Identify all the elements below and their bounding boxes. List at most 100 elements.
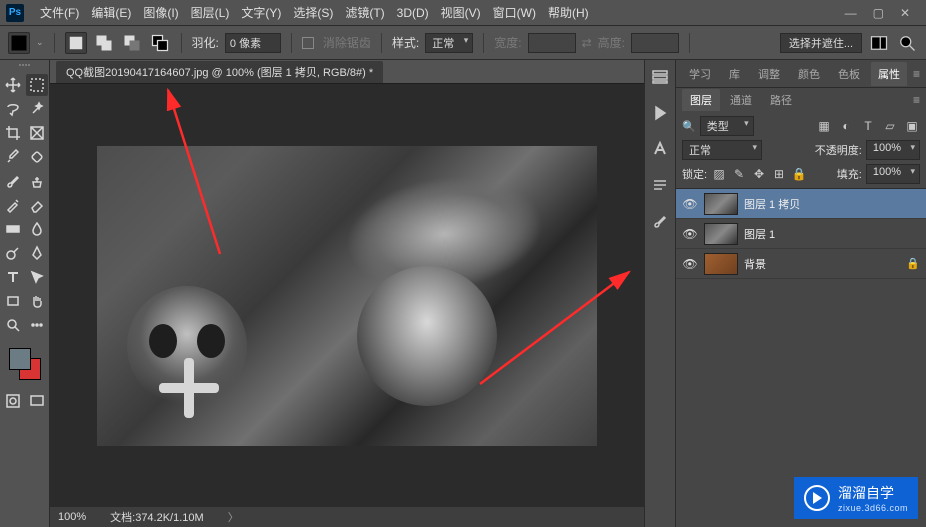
- menu-layer[interactable]: 图层(L): [185, 0, 236, 26]
- workspace-icon[interactable]: [868, 32, 890, 54]
- visibility-icon[interactable]: 👁: [682, 227, 698, 241]
- healing-tool-icon[interactable]: [26, 146, 48, 168]
- opacity-select[interactable]: 100%: [866, 140, 920, 160]
- menu-window[interactable]: 窗口(W): [487, 0, 542, 26]
- tab-properties[interactable]: 属性: [871, 62, 907, 86]
- document-tab[interactable]: QQ截图20190417164607.jpg @ 100% (图层 1 拷贝, …: [56, 61, 383, 83]
- add-selection-icon[interactable]: [93, 32, 115, 54]
- layer-name[interactable]: 图层 1: [744, 226, 920, 242]
- minimize-icon[interactable]: —: [845, 6, 857, 20]
- tab-adjustments[interactable]: 调整: [751, 62, 787, 86]
- rectangle-tool-icon[interactable]: [2, 290, 24, 312]
- eyedropper-tool-icon[interactable]: [2, 146, 24, 168]
- tab-paths[interactable]: 路径: [762, 89, 800, 111]
- lock-paint-icon[interactable]: ✎: [731, 166, 747, 182]
- frame-tool-icon[interactable]: [26, 122, 48, 144]
- extra-tool-icon[interactable]: [26, 314, 48, 336]
- tab-swatches[interactable]: 色板: [831, 62, 867, 86]
- zoom-level[interactable]: 100%: [58, 511, 86, 523]
- canvas[interactable]: [97, 146, 597, 446]
- menu-type[interactable]: 文字(Y): [235, 0, 287, 26]
- foreground-color-swatch[interactable]: [9, 348, 31, 370]
- hand-tool-icon[interactable]: [26, 290, 48, 312]
- fill-select[interactable]: 100%: [866, 164, 920, 184]
- history-panel-icon[interactable]: [651, 68, 669, 86]
- intersect-selection-icon[interactable]: [149, 32, 171, 54]
- layer-filter-select[interactable]: 类型: [700, 116, 754, 136]
- filter-pixel-icon[interactable]: ▦: [816, 118, 832, 134]
- layer-name[interactable]: 图层 1 拷贝: [744, 196, 920, 212]
- maximize-icon[interactable]: ▢: [873, 6, 884, 20]
- menu-edit[interactable]: 编辑(E): [85, 0, 137, 26]
- pen-tool-icon[interactable]: [26, 242, 48, 264]
- panel-menu-icon[interactable]: ≡: [913, 67, 920, 81]
- menu-3d[interactable]: 3D(D): [391, 0, 435, 26]
- filter-type-icon[interactable]: T: [860, 118, 876, 134]
- layer-row[interactable]: 👁 图层 1: [676, 219, 926, 249]
- subtract-selection-icon[interactable]: [121, 32, 143, 54]
- lock-icon: 🔒: [906, 257, 920, 270]
- path-select-tool-icon[interactable]: [26, 266, 48, 288]
- lock-transparent-icon[interactable]: ▨: [711, 166, 727, 182]
- visibility-icon[interactable]: 👁: [682, 257, 698, 271]
- color-swatches[interactable]: [7, 346, 43, 382]
- crop-tool-icon[interactable]: [2, 122, 24, 144]
- menu-help[interactable]: 帮助(H): [542, 0, 595, 26]
- menu-filter[interactable]: 滤镜(T): [339, 0, 390, 26]
- watermark-brand: 溜溜自学: [838, 485, 894, 501]
- close-icon[interactable]: ✕: [900, 6, 910, 20]
- eraser-tool-icon[interactable]: [26, 194, 48, 216]
- blend-mode-select[interactable]: 正常: [682, 140, 762, 160]
- tab-learn[interactable]: 学习: [682, 62, 718, 86]
- actions-panel-icon[interactable]: [651, 104, 669, 122]
- marquee-tool-preset-icon[interactable]: [8, 32, 30, 54]
- menu-view[interactable]: 视图(V): [435, 0, 487, 26]
- new-selection-icon[interactable]: [65, 32, 87, 54]
- lasso-tool-icon[interactable]: [2, 98, 24, 120]
- menu-image[interactable]: 图像(I): [137, 0, 184, 26]
- paragraph-panel-icon[interactable]: [651, 176, 669, 194]
- screenmode-icon[interactable]: [26, 390, 48, 412]
- menu-file[interactable]: 文件(F): [34, 0, 85, 26]
- layer-thumbnail[interactable]: [704, 223, 738, 245]
- clone-tool-icon[interactable]: [26, 170, 48, 192]
- blur-tool-icon[interactable]: [26, 218, 48, 240]
- lock-position-icon[interactable]: ✥: [751, 166, 767, 182]
- canvas-wrap[interactable]: [50, 84, 644, 507]
- layer-thumbnail[interactable]: [704, 253, 738, 275]
- character-panel-icon[interactable]: [651, 140, 669, 158]
- tab-color[interactable]: 颜色: [791, 62, 827, 86]
- marquee-tool-icon[interactable]: [26, 74, 48, 96]
- layer-thumbnail[interactable]: [704, 193, 738, 215]
- tab-channels[interactable]: 通道: [722, 89, 760, 111]
- move-tool-icon[interactable]: [2, 74, 24, 96]
- gradient-tool-icon[interactable]: [2, 218, 24, 240]
- tab-layers[interactable]: 图层: [682, 89, 720, 111]
- type-tool-icon[interactable]: [2, 266, 24, 288]
- lock-all-icon[interactable]: 🔒: [791, 166, 807, 182]
- brush-panel-icon[interactable]: [651, 212, 669, 230]
- tab-libraries[interactable]: 库: [722, 62, 747, 86]
- magic-wand-tool-icon[interactable]: [26, 98, 48, 120]
- filter-adjust-icon[interactable]: ◐: [838, 118, 854, 134]
- brush-tool-icon[interactable]: [2, 170, 24, 192]
- dodge-tool-icon[interactable]: [2, 242, 24, 264]
- visibility-icon[interactable]: 👁: [682, 197, 698, 211]
- layers-menu-icon[interactable]: ≡: [913, 93, 920, 107]
- layer-name[interactable]: 背景: [744, 256, 900, 272]
- filter-smart-icon[interactable]: ▣: [904, 118, 920, 134]
- history-brush-tool-icon[interactable]: [2, 194, 24, 216]
- filter-shape-icon[interactable]: ▱: [882, 118, 898, 134]
- dock-icon-strip: [644, 60, 676, 527]
- options-bar: ⌄ 羽化: 消除锯齿 样式: 正常 宽度: ⇄ 高度: 选择并遮住...: [0, 26, 926, 60]
- select-mask-button[interactable]: 选择并遮住...: [780, 33, 862, 53]
- search-icon[interactable]: [896, 32, 918, 54]
- layer-row[interactable]: 👁 图层 1 拷贝: [676, 189, 926, 219]
- layer-row[interactable]: 👁 背景 🔒: [676, 249, 926, 279]
- feather-input[interactable]: [225, 33, 281, 53]
- quickmask-icon[interactable]: [2, 390, 24, 412]
- menu-select[interactable]: 选择(S): [287, 0, 339, 26]
- lock-artboard-icon[interactable]: ⊞: [771, 166, 787, 182]
- style-select[interactable]: 正常: [425, 33, 473, 53]
- zoom-tool-icon[interactable]: [2, 314, 24, 336]
